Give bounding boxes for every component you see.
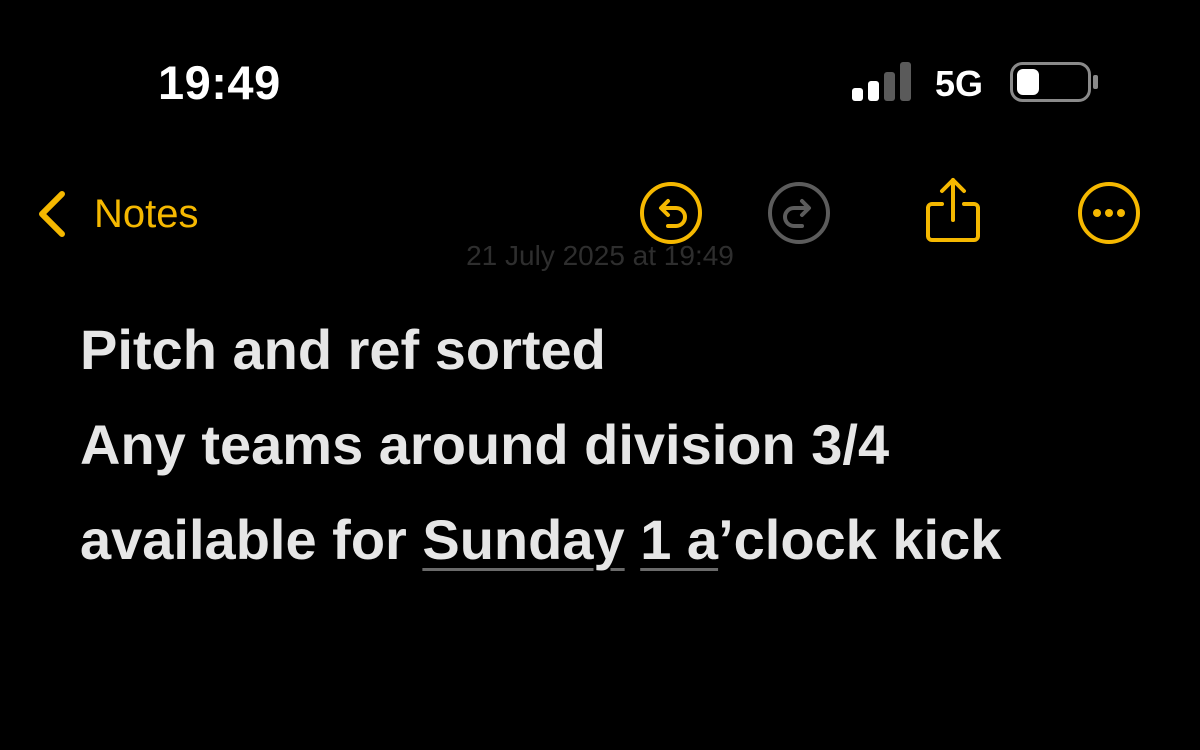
- note-text: ’clock kick: [718, 508, 1002, 571]
- notes-screen: 19:49 5G Notes 21 July 2025 at 19:49 Pit…: [0, 0, 1200, 750]
- note-date: 21 July 2025 at 19:49: [466, 240, 734, 271]
- back-button[interactable]: Notes: [34, 186, 199, 242]
- note-text: [625, 508, 641, 571]
- status-time: 19:49: [158, 56, 281, 109]
- note-body[interactable]: Pitch and ref sorted Any teams around di…: [80, 302, 1180, 587]
- chevron-left-icon: [39, 191, 65, 237]
- note-line: available for Sunday 1 a’clock kick: [80, 492, 1180, 587]
- time-detector-link[interactable]: 1 a: [640, 508, 718, 571]
- back-label: Notes: [94, 192, 199, 236]
- date-detector-link[interactable]: Sunday: [422, 508, 624, 571]
- cellular-signal-icon: [852, 62, 911, 101]
- note-line: Any teams around division 3/4: [80, 413, 890, 476]
- network-type: 5G: [935, 63, 984, 104]
- note-text: available for: [80, 508, 423, 571]
- battery-icon: [1010, 62, 1098, 102]
- note-line: Pitch and ref sorted: [80, 318, 606, 381]
